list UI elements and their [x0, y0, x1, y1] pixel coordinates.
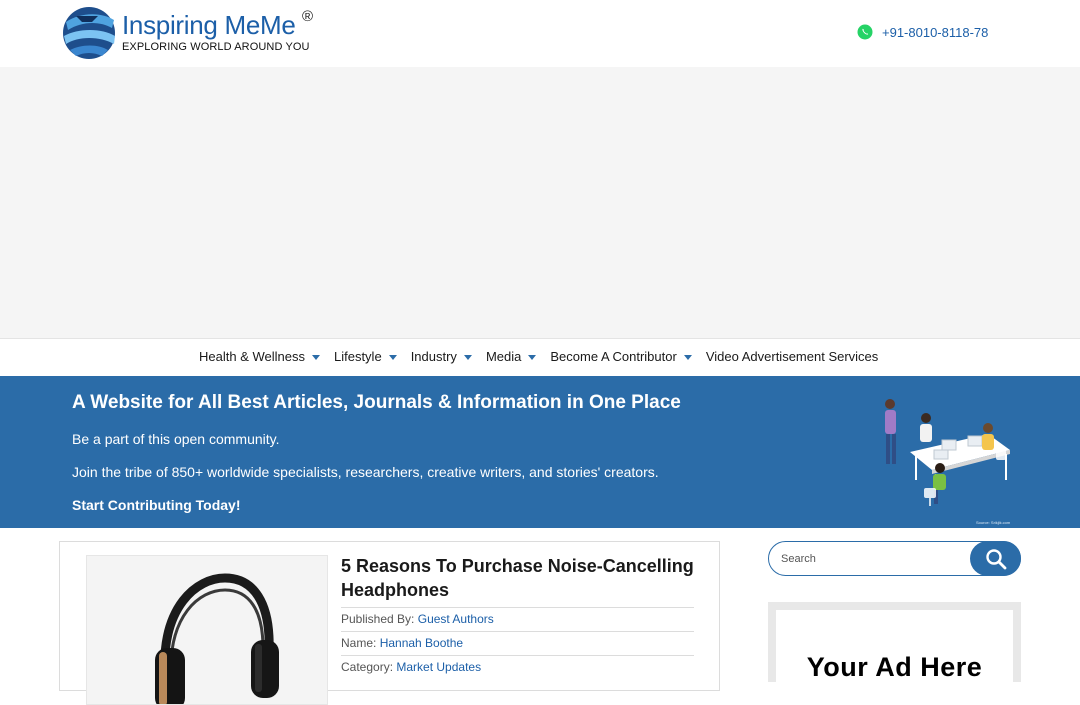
logo-title: Inspiring MeMe [122, 10, 296, 40]
logo-tagline: EXPLORING WORLD AROUND YOU [122, 41, 310, 53]
nav-item-label: Become A Contributor [550, 349, 677, 364]
nav-item-become-contributor[interactable]: Become A Contributor [550, 349, 692, 364]
hero-title: A Website for All Best Articles, Journal… [72, 392, 681, 413]
post-card: 5 Reasons To Purchase Noise-Cancelling H… [59, 541, 720, 705]
caret-down-icon [388, 354, 397, 360]
sidebar-ad-inner: Your Ad Here [776, 610, 1013, 690]
caret-down-icon [528, 354, 537, 360]
author-group-link[interactable]: Guest Authors [418, 612, 494, 626]
post-meta-published: Published By: Guest Authors [341, 607, 694, 631]
nav-item-lifestyle[interactable]: Lifestyle [334, 349, 397, 364]
phone-link[interactable]: +91-8010-8118-78 [857, 24, 988, 40]
image-source-caption: Source: Srikjik.com [976, 520, 1011, 525]
phone-number: +91-8010-8118-78 [882, 24, 989, 40]
main-nav: Health & Wellness Lifestyle Industry Med… [0, 338, 1080, 376]
published-label: Published By: [341, 612, 415, 626]
search-input[interactable] [781, 550, 971, 568]
post-title[interactable]: 5 Reasons To Purchase Noise-Cancelling H… [341, 554, 701, 602]
caret-down-icon [311, 354, 320, 360]
nav-item-media[interactable]: Media [485, 349, 537, 364]
hero-text-community: Be a part of this open community. [72, 431, 280, 447]
start-contributing-link[interactable]: Start Contributing Today! [72, 497, 241, 513]
sidebar-ad[interactable]: Your Ad Here [768, 602, 1021, 690]
nav-list: Health & Wellness Lifestyle Industry Med… [199, 349, 892, 364]
site-header: Inspiring MeMe ® EXPLORING WORLD AROUND … [0, 0, 1080, 67]
hero-banner: A Website for All Best Articles, Journal… [0, 376, 1080, 528]
name-label: Name: [341, 636, 377, 650]
site-logo[interactable]: Inspiring MeMe ® EXPLORING WORLD AROUND … [62, 6, 322, 60]
post-meta-name: Name: Hannah Boothe [341, 631, 694, 655]
search-button[interactable] [970, 541, 1021, 576]
nav-item-health-wellness[interactable]: Health & Wellness [199, 349, 320, 364]
team-office-illustration [885, 399, 1010, 506]
hero-text-tribe: Join the tribe of 850+ worldwide special… [72, 464, 659, 480]
post-meta-category: Category: Market Updates [341, 655, 694, 679]
category-link[interactable]: Market Updates [396, 660, 481, 674]
post-thumbnail[interactable] [86, 555, 328, 705]
nav-item-label: Health & Wellness [199, 349, 305, 364]
category-label: Category: [341, 660, 394, 674]
search-box [768, 541, 1021, 576]
registered-mark: ® [302, 8, 314, 25]
ad-placeholder-text: Your Ad Here [806, 652, 983, 682]
caret-down-icon [683, 354, 692, 360]
nav-item-label: Media [485, 349, 522, 364]
author-name-link[interactable]: Hannah Boothe [380, 636, 463, 650]
nav-item-industry[interactable]: Industry [411, 349, 472, 364]
caret-down-icon [463, 354, 472, 360]
nav-item-label: Video Advertisement Services [705, 349, 879, 364]
nav-item-label: Lifestyle [333, 349, 382, 364]
whatsapp-icon [857, 24, 873, 40]
nav-item-label: Industry [410, 349, 457, 364]
top-ad-space [0, 67, 1080, 338]
search-icon [985, 548, 1006, 569]
globe-logo-icon [63, 7, 115, 59]
nav-item-video-advertisement[interactable]: Video Advertisement Services [706, 349, 878, 364]
headphones-image [87, 556, 327, 704]
